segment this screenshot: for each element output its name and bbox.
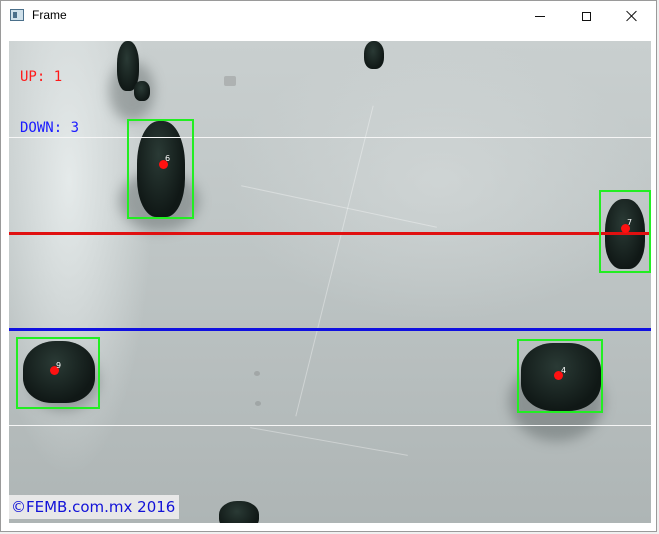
track-id-label: 4 — [561, 366, 567, 375]
floor-spot — [255, 401, 261, 406]
person-silhouette — [364, 41, 384, 69]
upper-limit-line — [9, 137, 651, 138]
maximize-button[interactable] — [563, 1, 609, 31]
title-bar[interactable]: Frame — [1, 1, 656, 31]
floor-spot — [254, 371, 260, 376]
minimize-icon — [535, 15, 545, 17]
person-silhouette — [219, 501, 259, 523]
floor-spot — [224, 76, 236, 86]
video-frame: 6 7 9 4 UP: 1 DOWN: 3 ©FEMB.com.mx 2016 — [9, 41, 651, 523]
down-counter: DOWN: 3 — [20, 120, 80, 136]
down-count-line — [9, 328, 651, 331]
floor-seam — [241, 185, 437, 228]
window-title: Frame — [32, 8, 67, 22]
maximize-icon — [581, 11, 591, 21]
lower-limit-line — [9, 425, 651, 426]
floor-seam — [295, 105, 374, 417]
opencv-frame-window: Frame 6 7 9 4 UP: 1 DOWN: 3 ©FEMB.com.mx… — [0, 0, 657, 532]
tracking-box — [127, 119, 194, 219]
person-silhouette — [134, 81, 150, 101]
window-app-icon — [10, 9, 24, 21]
floor-seam — [250, 427, 408, 456]
up-counter: UP: 1 — [20, 69, 63, 85]
watermark-text: ©FEMB.com.mx 2016 — [9, 495, 180, 519]
up-count-line — [9, 232, 651, 235]
close-button[interactable] — [609, 1, 655, 31]
track-id-label: 9 — [56, 361, 62, 370]
close-icon — [626, 10, 638, 22]
track-id-label: 7 — [627, 218, 633, 227]
minimize-button[interactable] — [517, 1, 563, 31]
track-id-label: 6 — [165, 154, 171, 163]
